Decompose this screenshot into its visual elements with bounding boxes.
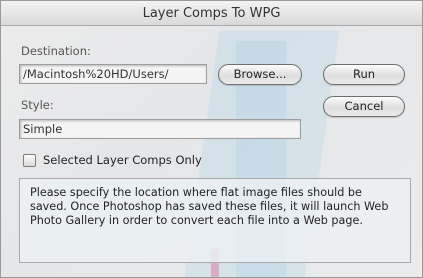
selected-only-label: Selected Layer Comps Only	[43, 153, 202, 167]
run-button[interactable]: Run	[323, 64, 405, 85]
destination-field[interactable]: /Macintosh%20HD/Users/	[19, 64, 207, 84]
info-text-box: Please specify the location where flat i…	[19, 178, 411, 263]
style-label: Style:	[21, 98, 54, 112]
browse-button[interactable]: Browse...	[218, 64, 302, 85]
cancel-button[interactable]: Cancel	[323, 96, 405, 117]
dialog-title: Layer Comps To WPG	[1, 1, 422, 26]
selected-only-checkbox[interactable]	[23, 153, 36, 167]
style-field[interactable]: Simple	[19, 119, 301, 139]
destination-label: Destination:	[21, 44, 91, 58]
dialog-window: Layer Comps To WPG Destination: /Macinto…	[0, 0, 423, 278]
selected-layer-comps-option[interactable]: Selected Layer Comps Only	[23, 151, 202, 169]
